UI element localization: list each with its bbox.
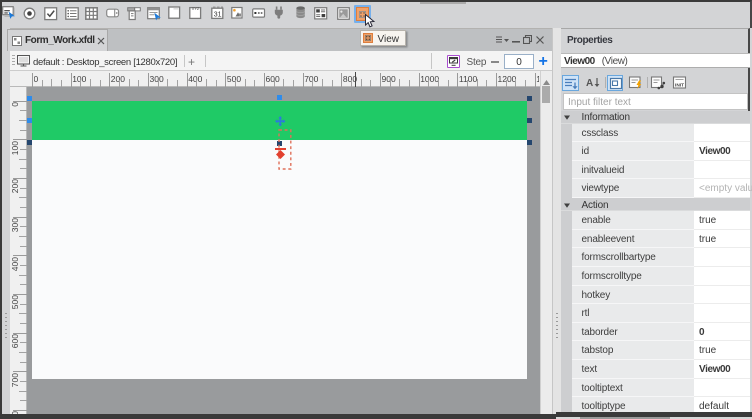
svg-text:A: A [586,78,593,89]
svg-text:XYZ: XYZ [191,7,199,11]
svg-text:INIT: INIT [675,82,684,88]
svg-text:31: 31 [213,12,221,19]
